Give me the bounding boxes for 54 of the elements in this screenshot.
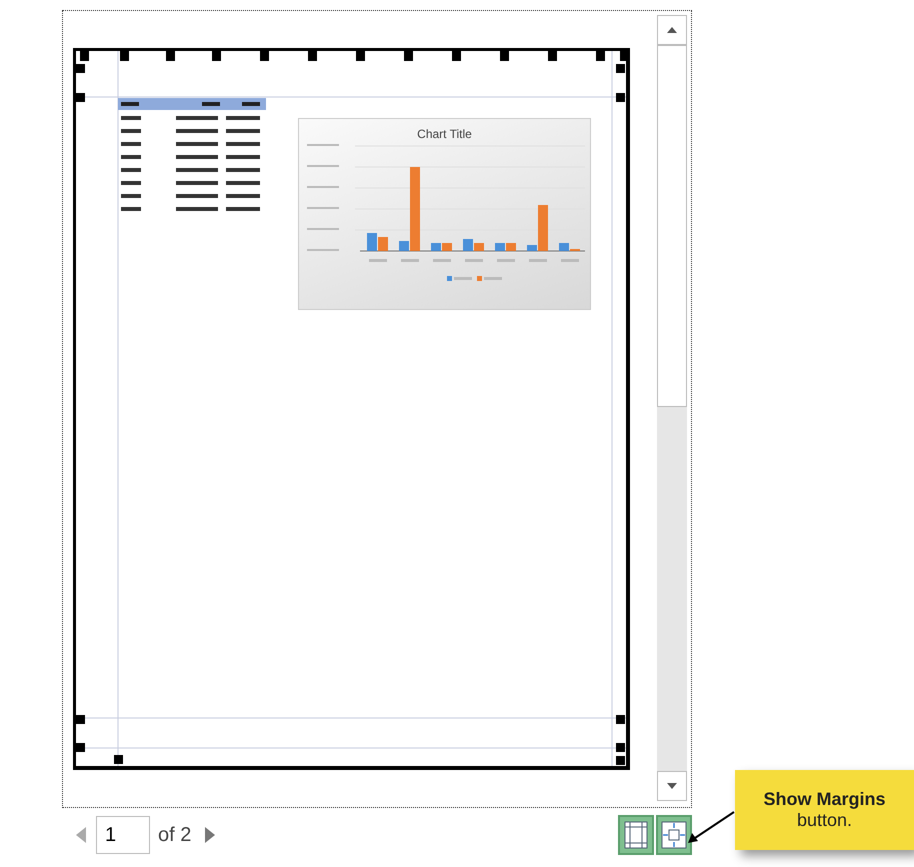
down-arrow-icon [667,783,677,789]
show-margins-button[interactable] [618,815,654,855]
axis-label-mark [306,249,338,251]
scroll-thumb[interactable] [657,45,687,407]
legend-label-mark [454,277,472,280]
margin-handle[interactable] [114,755,123,764]
bar [378,237,388,251]
margin-handle[interactable] [548,51,557,61]
axis-label-mark [306,228,338,230]
axis-label-mark [528,259,546,262]
axis-label-mark [560,259,578,262]
margin-handle[interactable] [356,51,365,61]
margins-grid-icon [624,821,648,849]
axis-label-mark [496,259,514,262]
margin-handle[interactable] [260,51,269,61]
margin-handle[interactable] [76,715,85,724]
margin-handle[interactable] [212,51,221,61]
scrollbar[interactable] [657,15,687,801]
pointer-arrow [686,810,736,846]
page-number-field[interactable]: 1 [96,816,150,854]
bar [366,233,376,251]
axis-label-mark [306,207,338,209]
margin-handle[interactable] [596,51,605,61]
fit-page-icon [661,821,687,849]
margin-handle[interactable] [308,51,317,61]
margin-handle[interactable] [500,51,509,61]
zoom-to-page-button[interactable] [656,815,692,855]
axis-label-mark [306,186,338,188]
margin-handle[interactable] [120,51,129,61]
margin-handle[interactable] [616,715,625,724]
axis-label-mark [432,259,450,262]
previous-page-icon[interactable] [76,827,86,843]
next-page-icon[interactable] [205,827,216,843]
margin-handle[interactable] [452,51,461,61]
axis-label-mark [306,144,338,146]
scroll-down-button[interactable] [657,771,687,801]
margin-handle[interactable] [404,51,413,61]
margin-handle[interactable] [166,51,175,61]
axis-label-mark [400,259,418,262]
axis-label-mark [464,259,482,262]
legend-swatch [476,276,482,281]
margin-handle[interactable] [76,93,85,102]
callout-text: button. [796,810,852,831]
scroll-up-button[interactable] [657,15,687,45]
up-arrow-icon [667,27,677,33]
margin-handle[interactable] [616,93,625,102]
margin-handle[interactable] [76,743,85,752]
legend-swatch [446,276,452,281]
axis-label-mark [368,259,386,262]
axis-label-mark [306,165,338,167]
callout-title: Show Margins [763,789,886,810]
page-count: of 2 [158,824,192,846]
legend-label-mark [484,277,502,280]
chart-title: Chart Title [417,127,472,141]
